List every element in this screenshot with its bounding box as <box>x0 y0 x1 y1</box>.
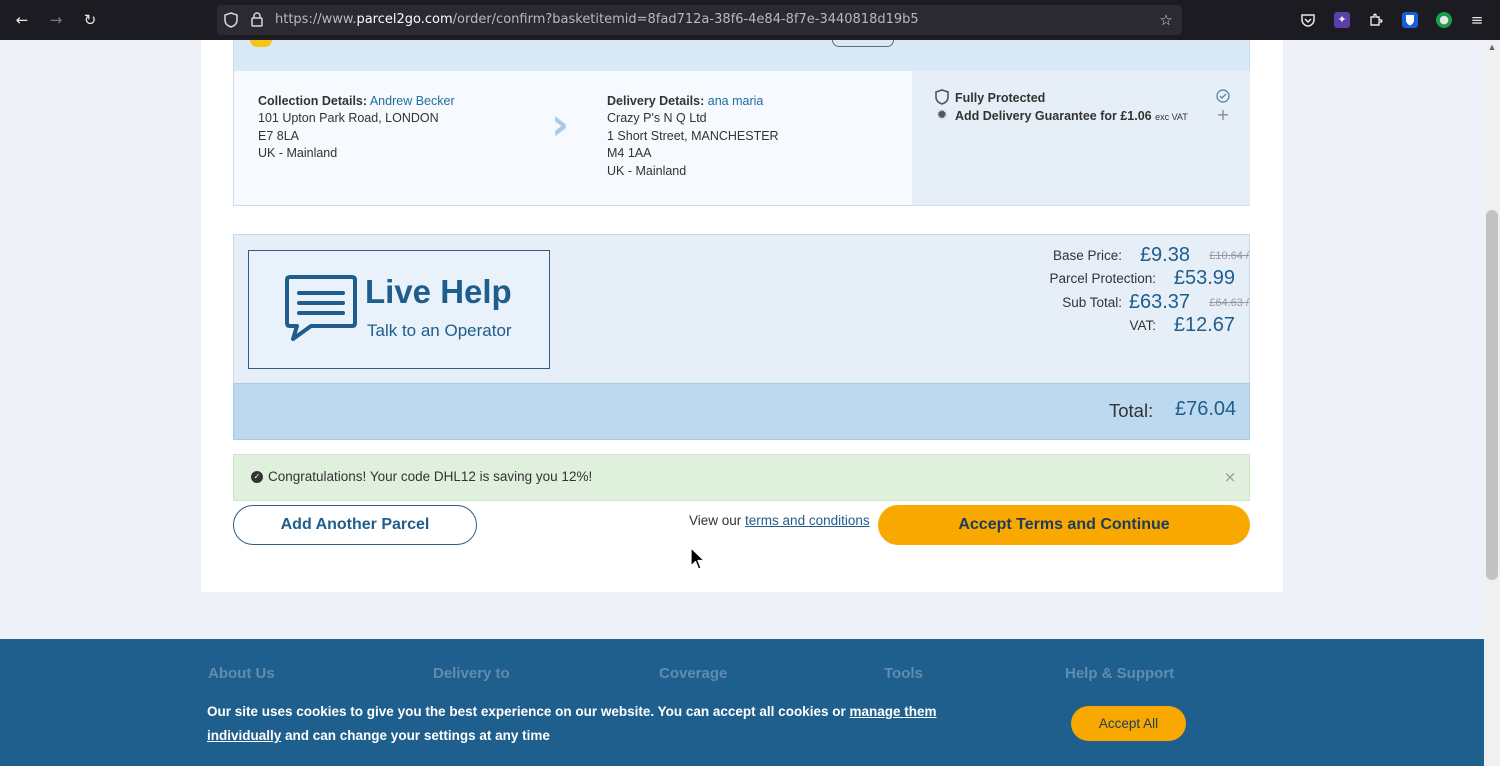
chat-bubble-icon <box>285 275 357 341</box>
delivery-details: Delivery Details: ana maria Crazy P's N … <box>607 93 779 180</box>
header-button-edge[interactable] <box>832 40 894 47</box>
delivery-line: 1 Short Street, MANCHESTER <box>607 128 779 143</box>
protection-price-label: Parcel Protection: <box>1049 271 1156 286</box>
vat-row: VAT: £12.67 <box>849 314 1249 338</box>
accept-terms-button[interactable]: Accept Terms and Continue <box>878 505 1250 545</box>
collection-details: Collection Details: Andrew Becker 101 Up… <box>258 93 455 163</box>
forward-arrow-icon[interactable]: → <box>45 10 67 30</box>
collection-label: Collection Details: <box>258 94 368 108</box>
pocket-icon[interactable] <box>1300 12 1316 28</box>
delivery-label: Delivery Details: <box>607 94 705 108</box>
footer-heading[interactable]: About Us <box>208 665 275 682</box>
page-scrollbar[interactable]: ▲ <box>1484 40 1500 766</box>
courier-logo <box>250 40 272 47</box>
protection-panel: Fully Protected ✹ Add Delivery Guarantee… <box>912 71 1250 205</box>
promo-alert: ✓ Congratulations! Your code DHL12 is sa… <box>233 454 1250 501</box>
reload-icon[interactable]: ↻ <box>79 10 101 30</box>
bookmark-star-icon[interactable]: ☆ <box>1158 12 1174 28</box>
delivery-line: M4 1AA <box>607 146 652 161</box>
protection-price-value: £53.99 <box>1173 267 1235 289</box>
terms-link[interactable]: terms and conditions <box>745 513 870 528</box>
subtotal-row: Sub Total: £63.37 £64.63 / <box>849 291 1249 315</box>
scroll-up-icon[interactable]: ▲ <box>1484 40 1500 54</box>
close-icon[interactable]: × <box>1222 468 1238 486</box>
add-another-parcel-button[interactable]: Add Another Parcel <box>233 505 477 545</box>
delivery-line: UK - Mainland <box>607 163 687 178</box>
scroll-thumb[interactable] <box>1486 210 1498 580</box>
base-price-value: £9.38 <box>1139 244 1190 266</box>
check-circle-icon: ✓ <box>251 471 263 483</box>
vat-value: £12.67 <box>1173 314 1235 336</box>
live-help-title: Live Help <box>365 273 512 310</box>
fully-protected-label: Fully Protected <box>955 91 1046 105</box>
collection-name[interactable]: Andrew Becker <box>370 94 455 108</box>
promo-text: Congratulations! Your code DHL12 is savi… <box>268 469 593 484</box>
menu-icon[interactable]: ≡ <box>1466 10 1488 30</box>
lock-icon[interactable] <box>249 12 265 28</box>
browser-toolbar: ← → ↻ https://www.parcel2go.com/order/co… <box>0 0 1500 40</box>
live-help-subtitle: Talk to an Operator <box>367 321 512 340</box>
total-bar: Total: £76.04 <box>233 383 1250 440</box>
total-value: £76.04 <box>1175 398 1237 420</box>
address-details: Collection Details: Andrew Becker 101 Up… <box>233 71 1250 206</box>
price-summary: Live Help Talk to an Operator Base Price… <box>233 234 1250 383</box>
cookie-message: Our site uses cookies to give you the be… <box>207 704 937 743</box>
subtotal-old: £64.63 / <box>1209 297 1249 309</box>
tracking-shield-icon[interactable] <box>223 12 239 28</box>
footer-heading[interactable]: Help & Support <box>1065 665 1174 682</box>
site-footer: About Us Delivery to Coverage Tools Help… <box>0 639 1484 766</box>
order-header-strip <box>233 40 1250 71</box>
collection-line: UK - Mainland <box>258 146 338 161</box>
address-bar[interactable]: https://www.parcel2go.com/order/confirm?… <box>217 5 1182 35</box>
extension-icon[interactable]: ✦ <box>1334 12 1350 28</box>
url-text[interactable]: https://www.parcel2go.com/order/confirm?… <box>275 12 919 27</box>
bitwarden-icon[interactable] <box>1402 12 1418 28</box>
terms-text: View our terms and conditions <box>689 513 870 528</box>
delivery-guarantee-label: Add Delivery Guarantee for £1.06 exc VAT <box>955 109 1188 123</box>
base-price-row: Base Price: £9.38 £10.64 / <box>849 244 1249 268</box>
footer-heading[interactable]: Tools <box>884 665 923 682</box>
base-price-old: £10.64 / <box>1209 250 1249 262</box>
add-guarantee-plus-icon[interactable]: + <box>1215 107 1231 123</box>
check-circle-icon[interactable] <box>1215 89 1231 105</box>
collection-line: 101 Upton Park Road, LONDON <box>258 111 439 126</box>
mouse-cursor-icon <box>690 547 705 570</box>
delivery-line: Crazy P's N Q Ltd <box>607 111 707 126</box>
footer-heading[interactable]: Coverage <box>659 665 727 682</box>
back-arrow-icon[interactable]: ← <box>11 10 33 30</box>
shield-icon <box>934 89 950 105</box>
vat-label: VAT: <box>1129 318 1156 333</box>
base-price-label: Base Price: <box>1052 248 1122 263</box>
puzzle-icon[interactable] <box>1368 12 1384 28</box>
badge-icon: ✹ <box>936 108 948 123</box>
subtotal-value: £63.37 <box>1128 291 1190 313</box>
total-label: Total: <box>1109 400 1154 421</box>
live-help-button[interactable]: Live Help Talk to an Operator <box>248 250 550 369</box>
accept-all-cookies-button[interactable]: Accept All <box>1071 706 1186 741</box>
protection-price-row: Parcel Protection: £53.99 <box>849 267 1249 291</box>
account-icon[interactable]: ● <box>1436 12 1452 28</box>
chevron-right-icon: › <box>551 99 570 150</box>
collection-line: E7 8LA <box>258 128 300 143</box>
footer-heading[interactable]: Delivery to <box>433 665 510 682</box>
delivery-name[interactable]: ana maria <box>708 94 764 108</box>
subtotal-label: Sub Total: <box>1062 295 1122 310</box>
